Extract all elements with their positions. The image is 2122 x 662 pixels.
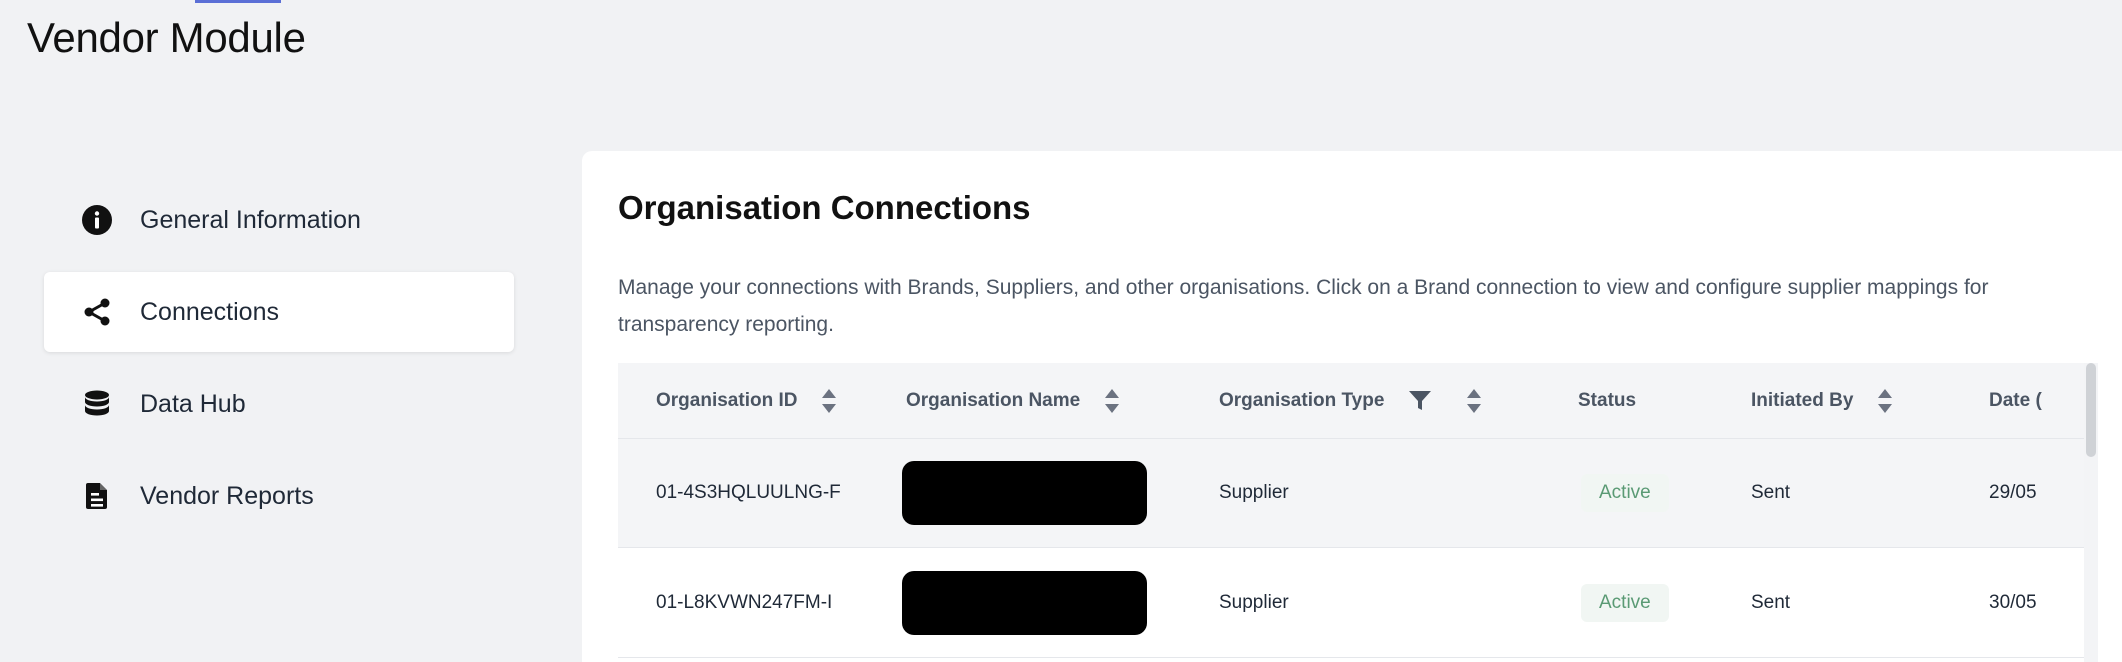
column-label: Organisation ID	[656, 389, 798, 411]
sort-icon[interactable]	[821, 388, 837, 414]
sort-icon[interactable]	[1466, 388, 1482, 414]
organisation-connections-panel: Organisation Connections Manage your con…	[582, 151, 2122, 662]
date-cell: 29/05	[1989, 482, 2037, 503]
table-scrollbar[interactable]	[2084, 363, 2098, 662]
status-cell: Active	[1578, 474, 1751, 512]
filter-icon[interactable]	[1408, 390, 1432, 412]
organisation-id-cell: 01-L8KVWN247FM-I	[656, 591, 833, 613]
organisation-type-cell: Supplier	[1219, 591, 1289, 613]
organisation-id-cell: 01-4S3HQLUULNG-F	[656, 482, 841, 503]
sidebar-nav: General Information Connections Data Hub	[44, 180, 514, 548]
sidebar-item-label: Data Hub	[140, 389, 246, 418]
organisation-name-cell	[902, 461, 1219, 525]
header-accent-bar	[195, 0, 281, 3]
column-label: Organisation Type	[1219, 389, 1385, 411]
panel-description: Manage your connections with Brands, Sup…	[618, 276, 1989, 336]
redacted-organisation-name	[902, 570, 1147, 635]
panel-title: Organisation Connections	[618, 189, 1031, 226]
organisation-name-cell	[902, 570, 1219, 635]
connections-table: Organisation ID Organisation Name Organi…	[618, 363, 2088, 658]
column-header-organisation-name[interactable]: Organisation Name	[906, 388, 1219, 414]
info-icon	[80, 203, 114, 237]
column-header-initiated-by[interactable]: Initiated By	[1751, 388, 1989, 414]
page-title: Vendor Module	[27, 14, 306, 61]
document-icon	[80, 479, 114, 513]
sidebar-item-general-information[interactable]: General Information	[44, 180, 514, 260]
table-header: Organisation ID Organisation Name Organi…	[618, 363, 2088, 439]
table-row[interactable]: 01-L8KVWN247FM-I Supplier Active Sent 30…	[618, 548, 2088, 658]
initiated-by-cell: Sent	[1751, 482, 1791, 503]
status-badge: Active	[1581, 583, 1669, 622]
table-row[interactable]: 01-4S3HQLUULNG-F Supplier Active Sent 29…	[618, 439, 2088, 548]
column-header-status: Status	[1578, 390, 1751, 412]
column-label: Status	[1578, 389, 1637, 411]
database-icon	[80, 387, 114, 421]
organisation-type-cell: Supplier	[1219, 482, 1289, 503]
column-label: Organisation Name	[906, 389, 1081, 411]
status-cell: Active	[1578, 583, 1751, 622]
scrollbar-thumb[interactable]	[2086, 363, 2096, 457]
column-label: Initiated By	[1751, 389, 1854, 411]
column-header-organisation-id[interactable]: Organisation ID	[618, 388, 906, 414]
sidebar-item-vendor-reports[interactable]: Vendor Reports	[44, 456, 514, 536]
sidebar-item-data-hub[interactable]: Data Hub	[44, 364, 514, 444]
sidebar-item-label: Connections	[140, 297, 279, 326]
sidebar-item-label: General Information	[140, 205, 361, 234]
sort-icon[interactable]	[1104, 388, 1120, 414]
sidebar-item-label: Vendor Reports	[140, 481, 314, 510]
redacted-organisation-name	[902, 461, 1147, 525]
sort-icon[interactable]	[1877, 388, 1893, 414]
column-header-date[interactable]: Date (	[1989, 390, 2088, 412]
initiated-by-cell: Sent	[1751, 591, 1791, 613]
sidebar-item-connections[interactable]: Connections	[44, 272, 514, 352]
column-label: Date (	[1989, 389, 2042, 411]
column-header-organisation-type[interactable]: Organisation Type	[1219, 388, 1578, 414]
share-icon	[80, 295, 114, 329]
date-cell: 30/05	[1989, 591, 2037, 613]
status-badge: Active	[1581, 474, 1669, 512]
